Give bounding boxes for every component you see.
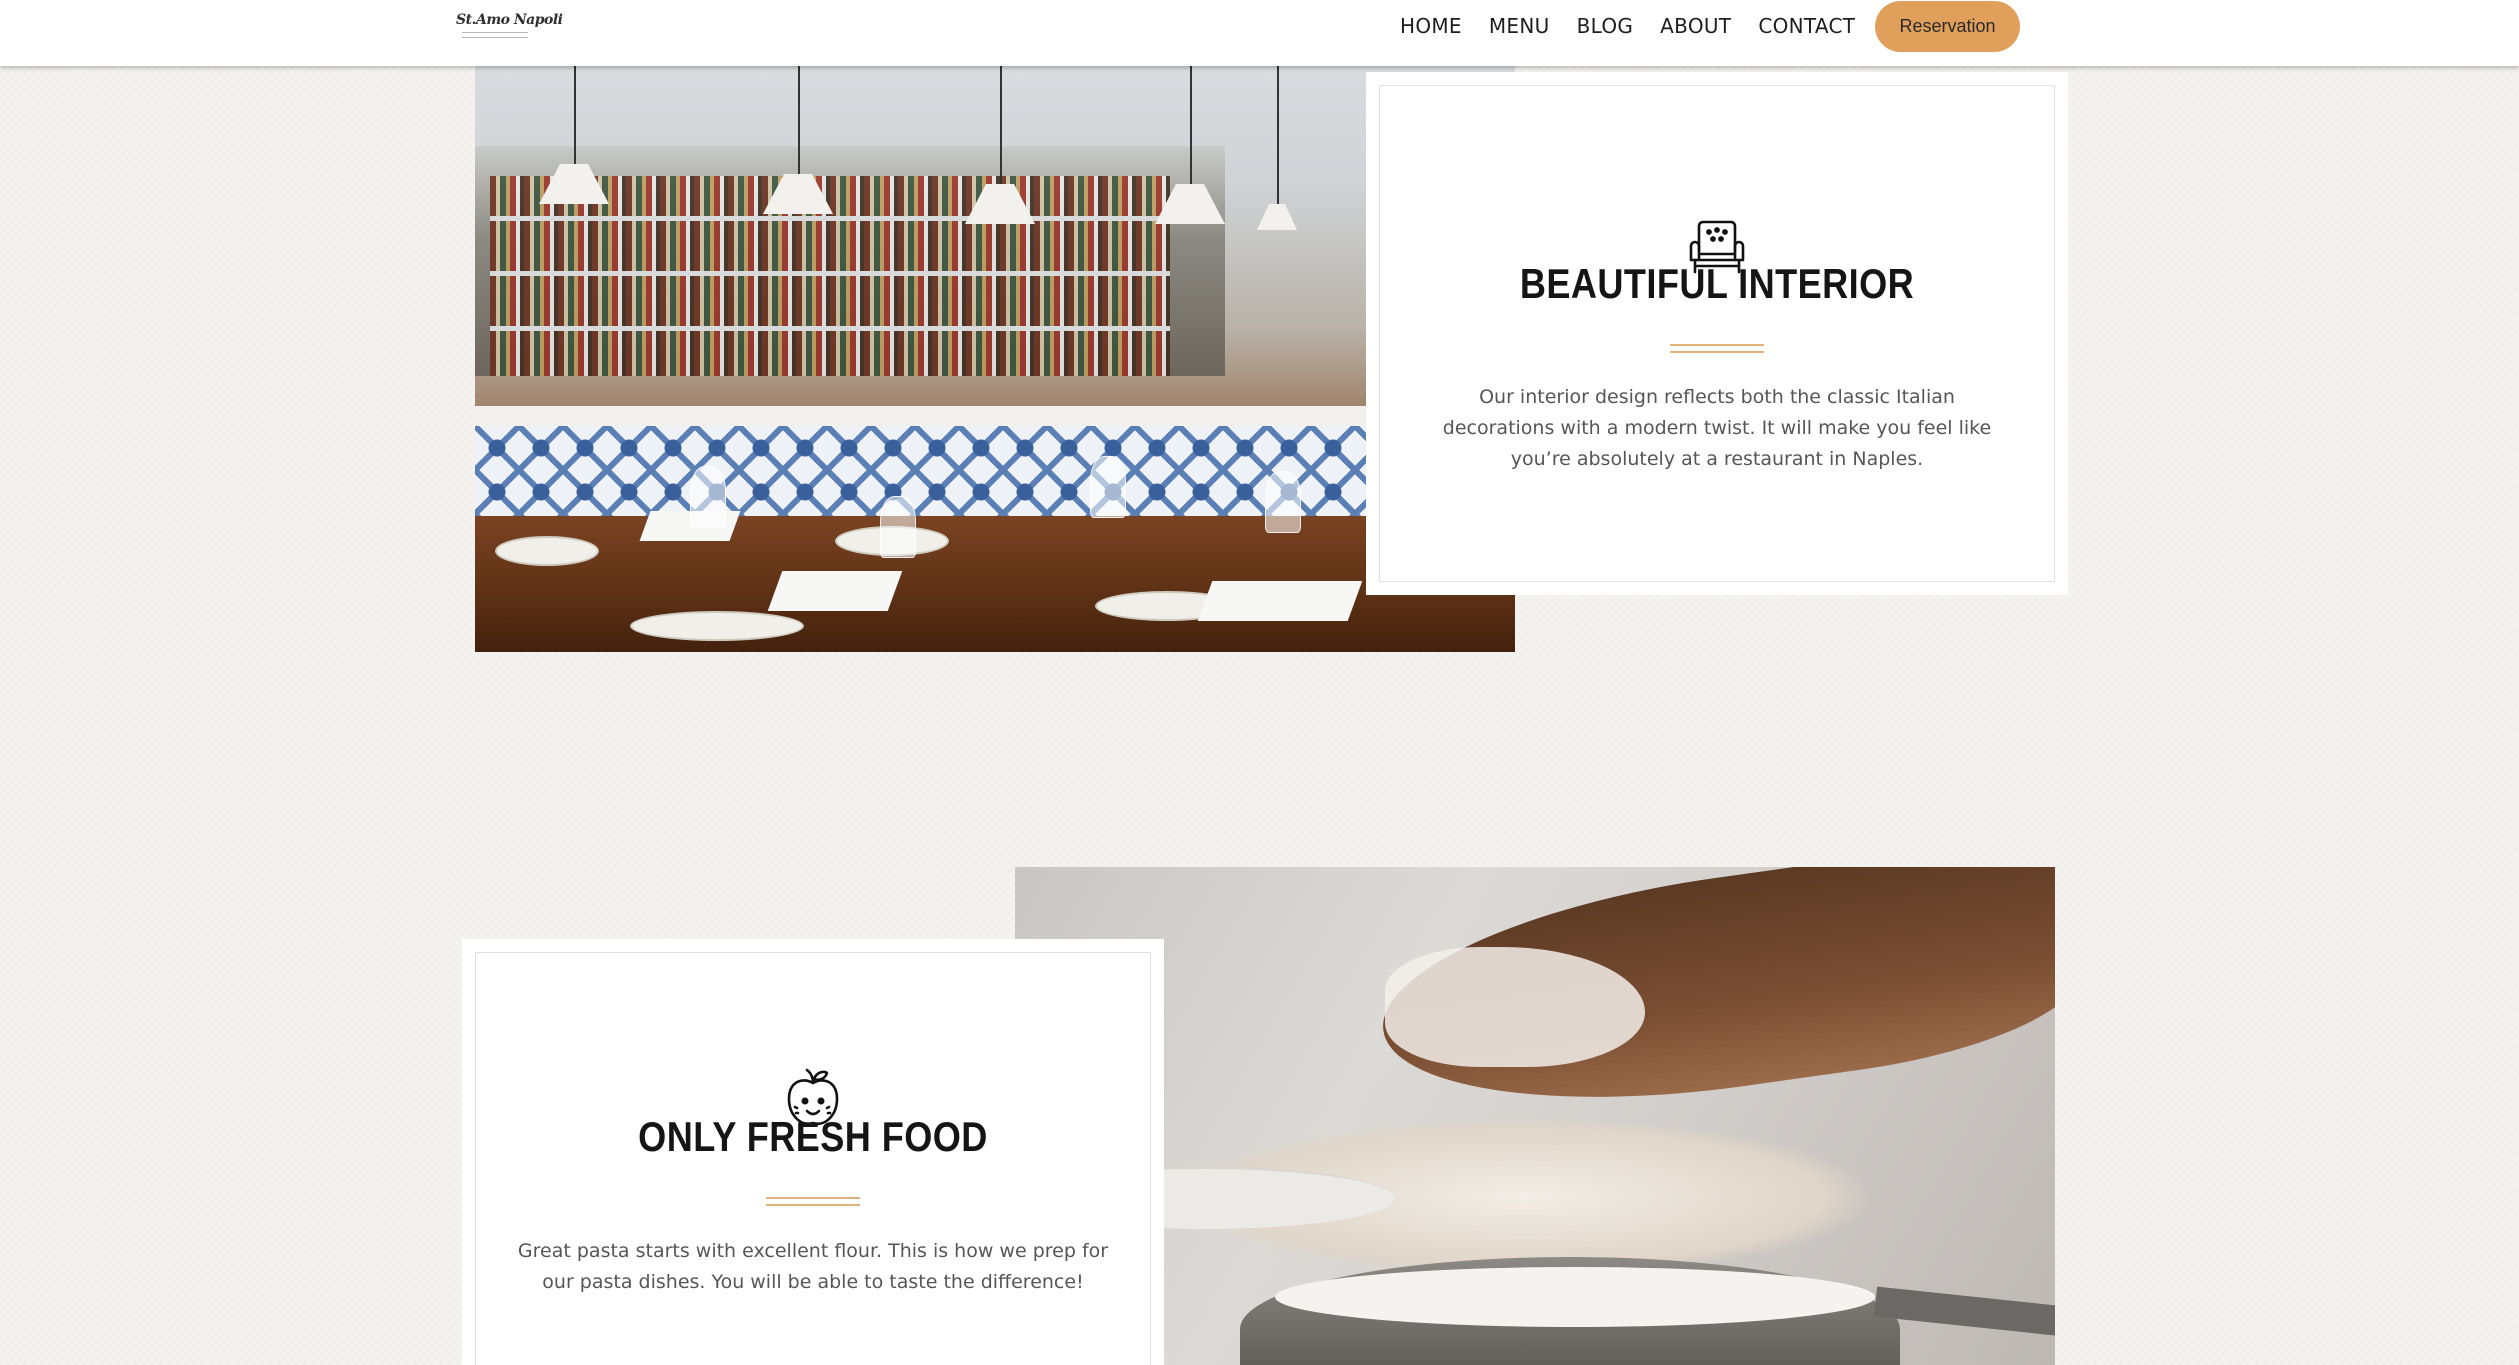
food-title: ONLY FRESH FOOD (638, 1113, 988, 1160)
food-card-frame: ONLY FRESH FOOD Great pasta starts with … (462, 939, 1164, 1365)
logo-script-text: St.Amo Napoli (456, 12, 563, 28)
food-description: Great pasta starts with excellent flour.… (517, 1240, 1109, 1293)
nav-about[interactable]: ABOUT (1660, 14, 1731, 38)
food-card: ONLY FRESH FOOD Great pasta starts with … (475, 952, 1151, 1365)
site-logo[interactable]: St.Amo Napoli (456, 12, 563, 42)
nav-blog[interactable]: BLOG (1577, 14, 1634, 38)
reservation-button[interactable]: Reservation (1875, 1, 2020, 52)
interior-title: BEAUTIFUL INTERIOR (1519, 260, 1915, 307)
flour-hand-photo (1015, 867, 2055, 1365)
nav-contact[interactable]: CONTACT (1758, 14, 1855, 38)
restaurant-bar-photo (475, 66, 1515, 652)
interior-description: Our interior design reflects both the cl… (1442, 386, 1992, 470)
interior-card-frame: BEAUTIFUL INTERIOR Our interior design r… (1366, 72, 2068, 595)
nav-home[interactable]: HOME (1400, 14, 1462, 38)
site-header: St.Amo Napoli HOME MENU BLOG ABOUT CONTA… (0, 0, 2519, 66)
interior-card: BEAUTIFUL INTERIOR Our interior design r… (1379, 85, 2055, 582)
nav-menu[interactable]: MENU (1489, 14, 1550, 38)
main-nav: HOME MENU BLOG ABOUT CONTACT (1400, 0, 1882, 52)
title-divider (1670, 344, 1764, 353)
title-divider (766, 1197, 860, 1206)
logo-tagline (462, 32, 528, 38)
